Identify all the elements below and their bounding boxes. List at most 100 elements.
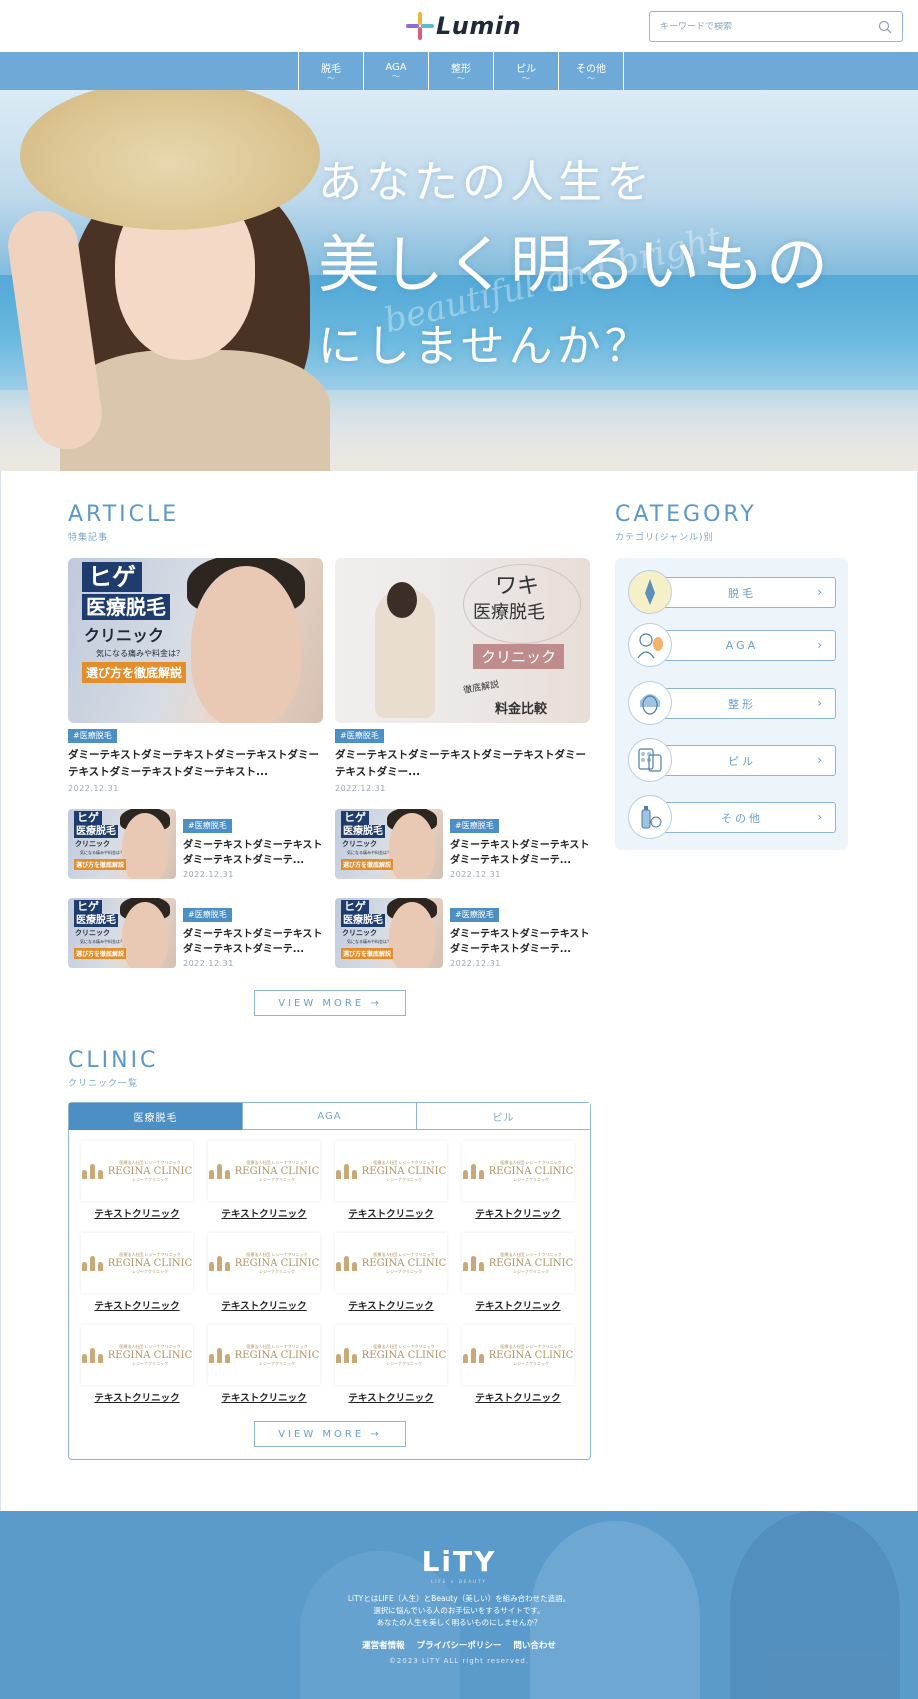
clinic-name-link[interactable]: テキストクリニック [79,1390,195,1404]
clinic-name-link[interactable]: テキストクリニック [79,1298,195,1312]
clinic-name-link[interactable]: テキストクリニック [333,1206,449,1220]
clinic-logo[interactable]: 医療法人社団 レジーナクリニック REGINA CLINIC レジーナクリニック [462,1233,574,1293]
article-tag[interactable]: #医療脱毛 [450,819,499,833]
mirror-man-icon [628,623,672,667]
clinic-logo-foot: レジーナクリニック [131,1268,168,1274]
article-tag[interactable]: #医療脱毛 [335,729,384,743]
category-item-datsumou[interactable]: 脱毛 › [628,570,836,614]
article-thumbnail[interactable]: ヒゲ 医療脱毛 クリニック 気になる痛みや料金は？ 選び方を徹底解説 [68,898,176,968]
nav-item-pill[interactable]: ピル〜 [494,52,559,90]
article-thumbnail[interactable]: ヒゲ 医療脱毛 クリニック 気になる痛みや料金は？ 選び方を徹底解説 [335,898,443,968]
clinic-logo[interactable]: 医療法人社団 レジーナクリニック REGINA CLINIC レジーナクリニック [462,1325,574,1385]
article-tag[interactable]: #医療脱毛 [68,729,117,743]
clinic-card[interactable]: 医療法人社団 レジーナクリニック REGINA CLINIC レジーナクリニックテキ… [460,1141,576,1223]
clinic-logo[interactable]: 医療法人社団 レジーナクリニック REGINA CLINIC レジーナクリニック [335,1233,447,1293]
article-tag[interactable]: #医療脱毛 [450,908,499,922]
clinic-name-link[interactable]: テキストクリニック [206,1390,322,1404]
footer-link-privacy[interactable]: プライバシーポリシー [417,1639,502,1651]
article-tag[interactable]: #医療脱毛 [183,908,232,922]
nav-item-aga[interactable]: AGA 〜 [364,52,429,90]
clinic-name-link[interactable]: テキストクリニック [460,1298,576,1312]
article-list-item[interactable]: ヒゲ 医療脱毛 クリニック 気になる痛みや料金は？ 選び方を徹底解説 #医療脱毛… [335,898,590,968]
category-item-pill[interactable]: ピル › [628,738,836,782]
nav-item-datsumou[interactable]: 脱毛〜 [299,52,364,90]
clinic-card[interactable]: 医療法人社団 レジーナクリニック REGINA CLINIC レジーナクリニックテキ… [79,1325,195,1407]
clinic-card[interactable]: 医療法人社団 レジーナクリニック REGINA CLINIC レジーナクリニックテキ… [460,1233,576,1315]
clinic-card[interactable]: 医療法人社団 レジーナクリニック REGINA CLINIC レジーナクリニックテキ… [206,1141,322,1223]
search-icon[interactable] [878,20,892,34]
footer-text-line: LiTYとはLIFE（人生）とBeauty（美しい）を組み合わせた造語。 [347,1594,571,1603]
article-list-item[interactable]: ヒゲ 医療脱毛 クリニック 気になる痛みや料金は？ 選び方を徹底解説 #医療脱毛… [335,809,590,879]
search-input[interactable] [660,21,878,32]
featured-article-card[interactable]: ヒゲ 医療脱毛 クリニック 気になる痛みや料金は？ 選び方を徹底解説 #医療脱毛… [68,558,323,793]
clinic-card[interactable]: 医療法人社団 レジーナクリニック REGINA CLINIC レジーナクリニックテキ… [460,1325,576,1407]
clinic-logo-main: REGINA CLINIC [234,1165,320,1177]
chevron-down-icon: 〜 [522,73,530,83]
article-thumbnail[interactable]: ヒゲ 医療脱毛 クリニック 気になる痛みや料金は？ 選び方を徹底解説 [68,809,176,879]
tab-pill[interactable]: ピル [416,1103,590,1130]
article-title[interactable]: ダミーテキストダミーテキストダミーテキストダミーテ... [450,838,590,868]
clinic-name-link[interactable]: テキストクリニック [460,1390,576,1404]
main-nav: 脱毛〜 AGA 〜 整形〜 ピル〜 その他〜 [0,52,918,90]
thumb-text: 医療脱毛 [74,914,118,927]
clinic-logo[interactable]: 医療法人社団 レジーナクリニック REGINA CLINIC レジーナクリニック [462,1141,574,1201]
article-title[interactable]: ダミーテキストダミーテキストダミーテキストダミーテキストダミーテキストダミーテキ… [68,747,323,781]
clinic-logo[interactable]: 医療法人社団 レジーナクリニック REGINA CLINIC レジーナクリニック [208,1141,320,1201]
clinic-panel: 医療脱毛 AGA ピル 医療法人社団 レジーナクリニック REGINA CLINI… [68,1102,591,1460]
site-logo[interactable]: Lumin [406,12,521,40]
article-tag[interactable]: #医療脱毛 [183,819,232,833]
clinic-logo[interactable]: 医療法人社団 レジーナクリニック REGINA CLINIC レジーナクリニック [81,1325,193,1385]
clinic-name-link[interactable]: テキストクリニック [333,1390,449,1404]
nav-item-seikei[interactable]: 整形〜 [429,52,494,90]
clinic-logo[interactable]: 医療法人社団 レジーナクリニック REGINA CLINIC レジーナクリニック [208,1325,320,1385]
tab-aga[interactable]: AGA [242,1103,416,1130]
footer-link-operator[interactable]: 運営者情報 [362,1639,405,1651]
category-item-other[interactable]: その他 › [628,795,836,839]
article-title[interactable]: ダミーテキストダミーテキストダミーテキストダミーテ... [450,927,590,957]
article-thumbnail[interactable]: ワキ 医療脱毛 クリニック 徹底解説 料金比較 [335,558,590,723]
clinic-logo[interactable]: 医療法人社団 レジーナクリニック REGINA CLINIC レジーナクリニック [81,1141,193,1201]
clinic-logo[interactable]: 医療法人社団 レジーナクリニック REGINA CLINIC レジーナクリニック [335,1325,447,1385]
clinic-view-more-button[interactable]: VIEW MORE → [254,1421,406,1447]
article-thumbnail[interactable]: ヒゲ 医療脱毛 クリニック 気になる痛みや料金は？ 選び方を徹底解説 [68,558,323,723]
razor-icon [628,570,672,614]
clinic-name-link[interactable]: テキストクリニック [460,1206,576,1220]
footer-logo[interactable]: LiTY [0,1545,918,1578]
crown-icon [335,1255,358,1271]
clinic-name-link[interactable]: テキストクリニック [79,1206,195,1220]
clinic-name-link[interactable]: テキストクリニック [206,1298,322,1312]
category-button[interactable]: その他 › [648,802,836,833]
article-title[interactable]: ダミーテキストダミーテキストダミーテキストダミーテ... [183,838,323,868]
search-box[interactable] [649,11,903,42]
featured-article-card[interactable]: ワキ 医療脱毛 クリニック 徹底解説 料金比較 #医療脱毛 ダミーテキストダミー… [335,558,590,793]
category-button[interactable]: 脱毛 › [648,577,836,608]
article-title[interactable]: ダミーテキストダミーテキストダミーテキストダミーテ... [183,927,323,957]
article-thumbnail[interactable]: ヒゲ 医療脱毛 クリニック 気になる痛みや料金は？ 選び方を徹底解説 [335,809,443,879]
clinic-card[interactable]: 医療法人社団 レジーナクリニック REGINA CLINIC レジーナクリニックテキ… [333,1141,449,1223]
clinic-card[interactable]: 医療法人社団 レジーナクリニック REGINA CLINIC レジーナクリニックテキ… [206,1233,322,1315]
clinic-card[interactable]: 医療法人社団 レジーナクリニック REGINA CLINIC レジーナクリニックテキ… [333,1325,449,1407]
nav-label: 整形 [451,63,471,75]
article-title[interactable]: ダミーテキストダミーテキストダミーテキストダミーテキストダミー... [335,747,590,781]
clinic-card[interactable]: 医療法人社団 レジーナクリニック REGINA CLINIC レジーナクリニックテキ… [333,1233,449,1315]
article-list-item[interactable]: ヒゲ 医療脱毛 クリニック 気になる痛みや料金は？ 選び方を徹底解説 #医療脱毛… [68,898,323,968]
footer-link-contact[interactable]: 問い合わせ [513,1639,556,1651]
clinic-name-link[interactable]: テキストクリニック [333,1298,449,1312]
category-item-seikei[interactable]: 整形 › [628,681,836,725]
category-item-aga[interactable]: AGA › [628,623,836,667]
nav-item-other[interactable]: その他〜 [559,52,624,90]
clinic-name-link[interactable]: テキストクリニック [206,1206,322,1220]
category-button[interactable]: ピル › [648,745,836,776]
clinic-logo[interactable]: 医療法人社団 レジーナクリニック REGINA CLINIC レジーナクリニック [81,1233,193,1293]
chevron-right-icon: › [817,753,825,767]
clinic-logo[interactable]: 医療法人社団 レジーナクリニック REGINA CLINIC レジーナクリニック [208,1233,320,1293]
tab-datsumou[interactable]: 医療脱毛 [69,1103,242,1130]
clinic-card[interactable]: 医療法人社団 レジーナクリニック REGINA CLINIC レジーナクリニックテキ… [79,1141,195,1223]
clinic-card[interactable]: 医療法人社団 レジーナクリニック REGINA CLINIC レジーナクリニックテキ… [206,1325,322,1407]
category-button[interactable]: AGA › [648,630,836,661]
article-list-item[interactable]: ヒゲ 医療脱毛 クリニック 気になる痛みや料金は？ 選び方を徹底解説 #医療脱毛… [68,809,323,879]
category-button[interactable]: 整形 › [648,688,836,719]
clinic-logo[interactable]: 医療法人社団 レジーナクリニック REGINA CLINIC レジーナクリニック [335,1141,447,1201]
article-view-more-button[interactable]: VIEW MORE → [254,990,406,1016]
clinic-card[interactable]: 医療法人社団 レジーナクリニック REGINA CLINIC レジーナクリニックテキ… [79,1233,195,1315]
